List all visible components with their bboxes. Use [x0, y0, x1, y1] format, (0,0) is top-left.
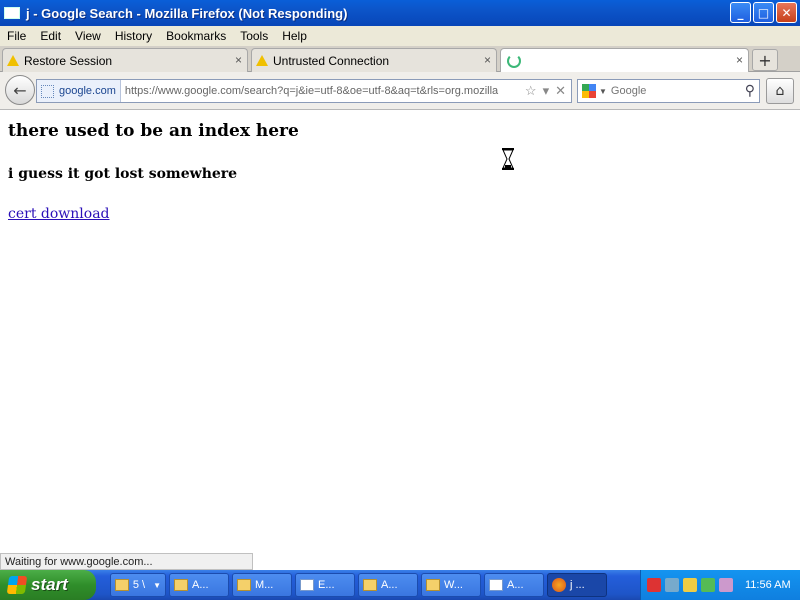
network-error-icon[interactable] — [647, 578, 661, 592]
close-window-button[interactable]: ✕ — [776, 2, 797, 23]
back-button[interactable]: ← — [5, 75, 35, 105]
page-heading: there used to be an index here — [8, 121, 299, 141]
taskbar-item[interactable]: M... — [232, 573, 292, 597]
close-tab-icon[interactable]: × — [235, 53, 242, 67]
update-icon[interactable] — [701, 578, 715, 592]
taskbar-item-label: 5 \ — [132, 579, 146, 591]
menu-bar: File Edit View History Bookmarks Tools H… — [0, 26, 800, 46]
menu-view[interactable]: View — [68, 29, 108, 43]
tray-app-icon[interactable] — [719, 578, 733, 592]
tab-strip: Restore Session × Untrusted Connection ×… — [0, 46, 800, 72]
window-title: j - Google Search - Mozilla Firefox (Not… — [26, 5, 348, 21]
app-icon — [363, 579, 377, 591]
folder-icon — [174, 579, 188, 591]
tab-label: Untrusted Connection — [273, 53, 390, 68]
back-arrow-icon: ← — [13, 80, 27, 100]
warning-icon — [256, 55, 268, 66]
start-label: start — [31, 575, 68, 594]
bookmark-star-icon[interactable]: ☆ — [525, 83, 537, 99]
taskbar-item-label: A... — [381, 579, 398, 591]
identity-icon — [41, 84, 54, 98]
folder-icon — [115, 579, 129, 591]
group-dropdown-icon: ▼ — [153, 580, 161, 590]
security-icon[interactable] — [683, 578, 697, 592]
url-dropdown-icon[interactable]: ▾ — [543, 83, 550, 99]
warning-icon — [7, 55, 19, 66]
tab-untrusted-connection[interactable]: Untrusted Connection × — [251, 48, 497, 72]
taskbar-item-label: A... — [192, 579, 209, 591]
engine-dropdown-icon[interactable]: ▼ — [599, 87, 607, 96]
menu-tools[interactable]: Tools — [233, 29, 275, 43]
network-icon[interactable] — [665, 578, 679, 592]
taskbar-item-label: E... — [318, 579, 335, 591]
taskbar: start 5 \ ▼ A... M... E... A... W... A..… — [0, 570, 800, 600]
window-titlebar[interactable]: j - Google Search - Mozilla Firefox (Not… — [0, 0, 800, 26]
taskbar-item[interactable]: A... — [358, 573, 418, 597]
taskbar-item[interactable]: 5 \ ▼ — [110, 573, 166, 597]
maximize-button[interactable]: □ — [753, 2, 774, 23]
taskbar-item-label: W... — [444, 579, 463, 591]
tab-restore-session[interactable]: Restore Session × — [2, 48, 248, 72]
firefox-icon — [552, 578, 566, 592]
url-text[interactable]: https://www.google.com/search?q=j&ie=utf… — [121, 85, 520, 97]
menu-history[interactable]: History — [108, 29, 159, 43]
new-tab-button[interactable]: + — [752, 49, 778, 71]
minimize-button[interactable]: _ — [730, 2, 751, 23]
taskbar-item-label: j ... — [570, 579, 585, 591]
taskbar-item[interactable]: A... — [484, 573, 544, 597]
window-icon — [300, 579, 314, 591]
close-tab-icon[interactable]: × — [484, 53, 491, 67]
app-icon — [426, 579, 440, 591]
taskbar-item[interactable]: E... — [295, 573, 355, 597]
window-icon — [489, 579, 503, 591]
search-bar[interactable]: ▼ ⚲ — [577, 79, 760, 103]
stop-icon[interactable]: ✕ — [555, 83, 566, 99]
clock[interactable]: 11:56 AM — [745, 579, 791, 591]
menu-bookmarks[interactable]: Bookmarks — [159, 29, 233, 43]
menu-help[interactable]: Help — [275, 29, 314, 43]
window-controls: _ □ ✕ — [730, 2, 797, 23]
menu-file[interactable]: File — [0, 29, 33, 43]
menu-edit[interactable]: Edit — [33, 29, 68, 43]
app-icon — [237, 579, 251, 591]
start-button[interactable]: start — [0, 570, 96, 600]
google-engine-icon[interactable] — [582, 84, 596, 98]
site-identity-button[interactable]: google.com — [37, 80, 121, 102]
page-subheading: i guess it got lost somewhere — [8, 166, 238, 182]
url-bar[interactable]: google.com https://www.google.com/search… — [36, 79, 572, 103]
system-tray: 11:56 AM — [640, 570, 800, 600]
home-icon: ⌂ — [775, 83, 785, 99]
taskbar-item[interactable]: W... — [421, 573, 481, 597]
taskbar-item-label: M... — [255, 579, 274, 591]
cert-download-link[interactable]: cert download — [8, 206, 110, 222]
search-input[interactable] — [610, 85, 741, 97]
tab-loading[interactable]: × — [500, 48, 749, 72]
page-content: there used to be an index here i guess i… — [0, 111, 800, 553]
hourglass-cursor-icon — [502, 148, 514, 170]
close-tab-icon[interactable]: × — [736, 53, 743, 67]
home-button[interactable]: ⌂ — [766, 78, 794, 104]
windows-logo-icon — [6, 576, 28, 594]
search-icon[interactable]: ⚲ — [745, 82, 755, 99]
site-identity-label: google.com — [59, 85, 116, 97]
window-app-icon — [4, 7, 20, 19]
loading-spinner-icon — [507, 53, 521, 68]
taskbar-item-label: A... — [507, 579, 524, 591]
tab-label: Restore Session — [24, 53, 113, 68]
taskbar-item[interactable]: A... — [169, 573, 229, 597]
navigation-toolbar: ← google.com https://www.google.com/sear… — [0, 72, 800, 110]
status-bar: Waiting for www.google.com... — [0, 553, 253, 570]
taskbar-item-firefox[interactable]: j ... — [547, 573, 607, 597]
